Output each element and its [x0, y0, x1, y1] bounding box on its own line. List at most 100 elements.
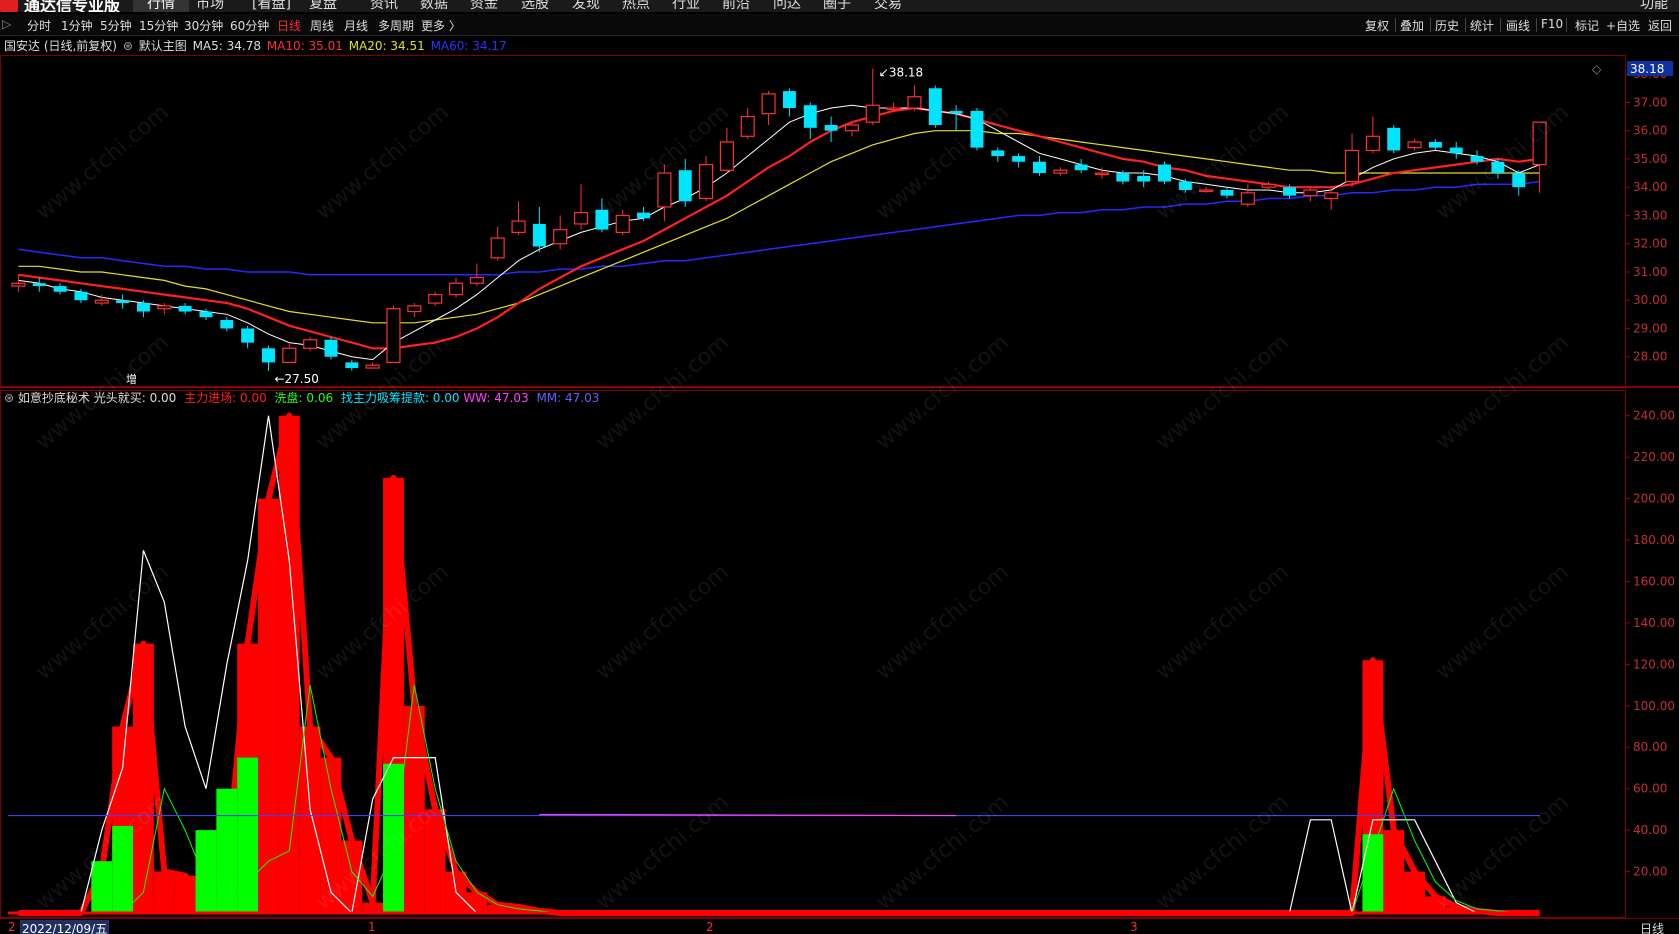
- ind-tick-label: 60.00: [1633, 782, 1667, 796]
- tool-overlay[interactable]: 叠加: [1400, 17, 1424, 34]
- tool-back[interactable]: 返回: [1648, 17, 1672, 34]
- date-month-3: 3: [1130, 920, 1138, 934]
- menu-item-ask[interactable]: 问达: [773, 0, 801, 12]
- menu-bar: 通达信专业版 行情 市场 [看盘] 复盘 资讯 数据 资金 选股 发现 热点 行…: [0, 0, 1679, 12]
- app-name: 通达信专业版: [24, 0, 121, 12]
- menu-item-funds[interactable]: 资金: [470, 0, 498, 12]
- ind-tick-label: 120.00: [1633, 657, 1675, 671]
- period-15min[interactable]: 15分钟: [139, 17, 178, 34]
- diamond-icon: ◇: [1592, 62, 1602, 76]
- period-fenshi[interactable]: 分时: [27, 17, 51, 34]
- candle-body: [1365, 135, 1380, 152]
- ind-red-bar: [299, 726, 321, 913]
- tool-mark[interactable]: 标记: [1575, 17, 1599, 34]
- candle: [803, 102, 817, 140]
- price-tick-label: 29.00: [1633, 321, 1667, 335]
- candle: [1033, 156, 1046, 176]
- price-tick-label: 36.00: [1633, 124, 1667, 138]
- candle: [32, 277, 46, 292]
- candle-body: [761, 93, 776, 115]
- candle-body: [803, 105, 817, 128]
- menu-item-watch[interactable]: [看盘]: [252, 0, 291, 12]
- candle-body: [907, 96, 922, 109]
- period-monthly[interactable]: 月线: [344, 17, 368, 34]
- candle-body: [532, 223, 546, 247]
- candle: [553, 215, 568, 250]
- candle-body: [282, 347, 297, 363]
- tool-history[interactable]: 历史: [1435, 17, 1459, 34]
- candle: [345, 359, 359, 371]
- candle-body: [1012, 156, 1026, 162]
- date-first[interactable]: 2022/12/09/五: [20, 920, 110, 934]
- menu-item-replay[interactable]: 复盘: [309, 0, 337, 12]
- ind-red-bar: [341, 840, 363, 913]
- candle-body: [1324, 192, 1339, 200]
- indicator-plot: [8, 412, 1540, 916]
- candle: [303, 336, 318, 352]
- tool-draw[interactable]: 画线: [1506, 17, 1530, 34]
- menu-item-industry[interactable]: 行业: [672, 0, 700, 12]
- candle: [1407, 139, 1422, 151]
- date-month-2: 2: [706, 920, 714, 934]
- template-name[interactable]: 默认主图: [139, 39, 187, 53]
- menu-item-discover[interactable]: 发现: [572, 0, 600, 12]
- separator: [1536, 18, 1537, 32]
- toolbar-collapse-icon[interactable]: ▷: [2, 17, 11, 31]
- period-5min[interactable]: 5分钟: [100, 17, 132, 34]
- candle: [448, 277, 464, 298]
- ind-red-bar: [153, 871, 175, 913]
- menu-item-hot[interactable]: 热点: [622, 0, 650, 12]
- candle: [428, 291, 443, 306]
- tool-add-watch[interactable]: +自选: [1606, 17, 1640, 34]
- period-daily[interactable]: 日线: [277, 17, 301, 34]
- price-tick-label: 37.00: [1633, 95, 1667, 109]
- period-60min[interactable]: 60分钟: [230, 17, 269, 34]
- tool-f10[interactable]: F10: [1541, 17, 1563, 31]
- period-more[interactable]: 更多 〉: [421, 17, 461, 34]
- candle-body: [1344, 149, 1360, 183]
- period-30min[interactable]: 30分钟: [184, 17, 223, 34]
- candle-body: [1220, 190, 1234, 196]
- candle-body: [1428, 141, 1442, 148]
- period-weekly[interactable]: 周线: [310, 17, 334, 34]
- period-multi[interactable]: 多周期: [378, 17, 414, 34]
- candle: [970, 108, 984, 151]
- menu-item-func[interactable]: 功能: [1640, 0, 1668, 12]
- period-label[interactable]: 日线: [1640, 920, 1664, 934]
- candle-body: [1303, 189, 1318, 197]
- chart-area[interactable]: 38.0037.0036.0035.0034.0033.0032.0031.00…: [0, 55, 1679, 918]
- stock-title[interactable]: 国安达 (日线,前复权): [4, 39, 117, 53]
- menu-item-trade[interactable]: 交易: [874, 0, 902, 12]
- candle-body: [32, 283, 46, 287]
- menu-item-select[interactable]: 选股: [521, 0, 549, 12]
- tool-stats[interactable]: 统计: [1470, 17, 1494, 34]
- template-toggle-icon[interactable]: ⊛: [123, 39, 133, 53]
- candle-body: [469, 277, 484, 284]
- ind-tick-label: 100.00: [1633, 699, 1675, 713]
- menu-item-hq[interactable]: 行情: [133, 0, 189, 12]
- candle: [1053, 167, 1068, 176]
- menu-item-news[interactable]: 资讯: [370, 0, 398, 12]
- price-tick-label: 34.00: [1633, 180, 1667, 194]
- candle-body: [970, 110, 984, 148]
- candle: [407, 303, 422, 318]
- menu-item-circle[interactable]: 圈子: [823, 0, 851, 12]
- candle-body: [657, 172, 672, 208]
- candle: [262, 345, 275, 371]
- price-axis: 38.0037.0036.0035.0034.0033.0032.0031.00…: [1592, 61, 1675, 879]
- candle: [511, 201, 526, 236]
- candle-body: [782, 91, 796, 109]
- menu-item-market[interactable]: 市场: [196, 0, 224, 12]
- candle: [824, 116, 838, 142]
- menu-item-frontier[interactable]: 前沿: [722, 0, 750, 12]
- period-1min[interactable]: 1分钟: [61, 17, 93, 34]
- candle: [1491, 158, 1505, 179]
- candle: [1303, 187, 1318, 202]
- tool-fuquan[interactable]: 复权: [1365, 17, 1389, 34]
- candle: [761, 91, 776, 125]
- menu-item-data[interactable]: 数据: [420, 0, 448, 12]
- ind-tick-label: 160.00: [1633, 574, 1675, 588]
- candle: [657, 164, 672, 222]
- ma5-value: MA5: 34.78: [192, 39, 261, 53]
- candle-body: [740, 115, 755, 137]
